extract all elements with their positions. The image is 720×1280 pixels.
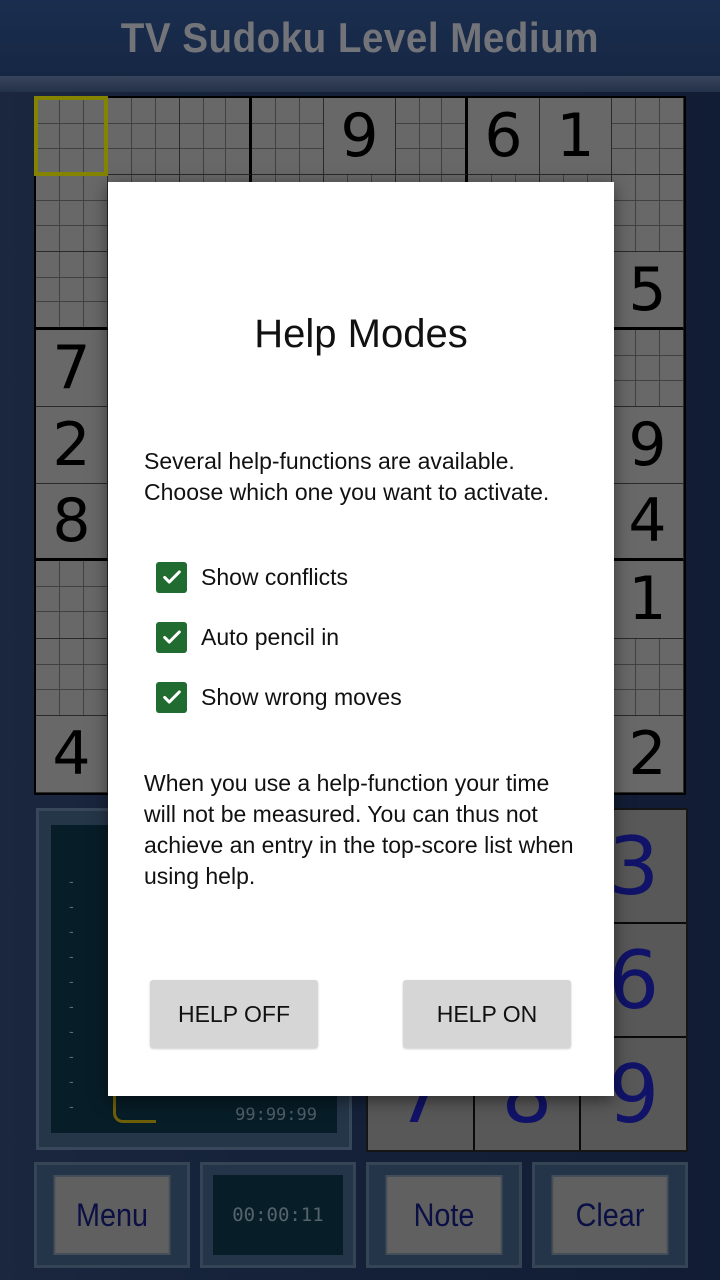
option-show-conflicts[interactable]: Show conflicts — [156, 560, 348, 594]
option-label: Show wrong moves — [201, 683, 402, 710]
checkbox-checked-icon[interactable] — [156, 621, 187, 653]
dialog-title: Help Modes — [254, 312, 468, 356]
option-auto-pencil-in[interactable]: Auto pencil in — [156, 620, 339, 654]
checkbox-checked-icon[interactable] — [156, 681, 187, 713]
checkbox-checked-icon[interactable] — [156, 561, 187, 593]
option-show-wrong-moves[interactable]: Show wrong moves — [156, 680, 402, 714]
option-label: Auto pencil in — [201, 623, 340, 650]
option-label: Show conflicts — [201, 563, 349, 590]
help-off-button[interactable]: HELP OFF — [150, 980, 318, 1048]
help-modes-dialog: Help Modes Several help-functions are av… — [108, 182, 614, 1096]
dialog-intro-text: Several help-functions are available. Ch… — [144, 448, 550, 505]
dialog-note-text: When you use a help-function your time w… — [144, 770, 574, 889]
help-on-button[interactable]: HELP ON — [403, 980, 571, 1048]
